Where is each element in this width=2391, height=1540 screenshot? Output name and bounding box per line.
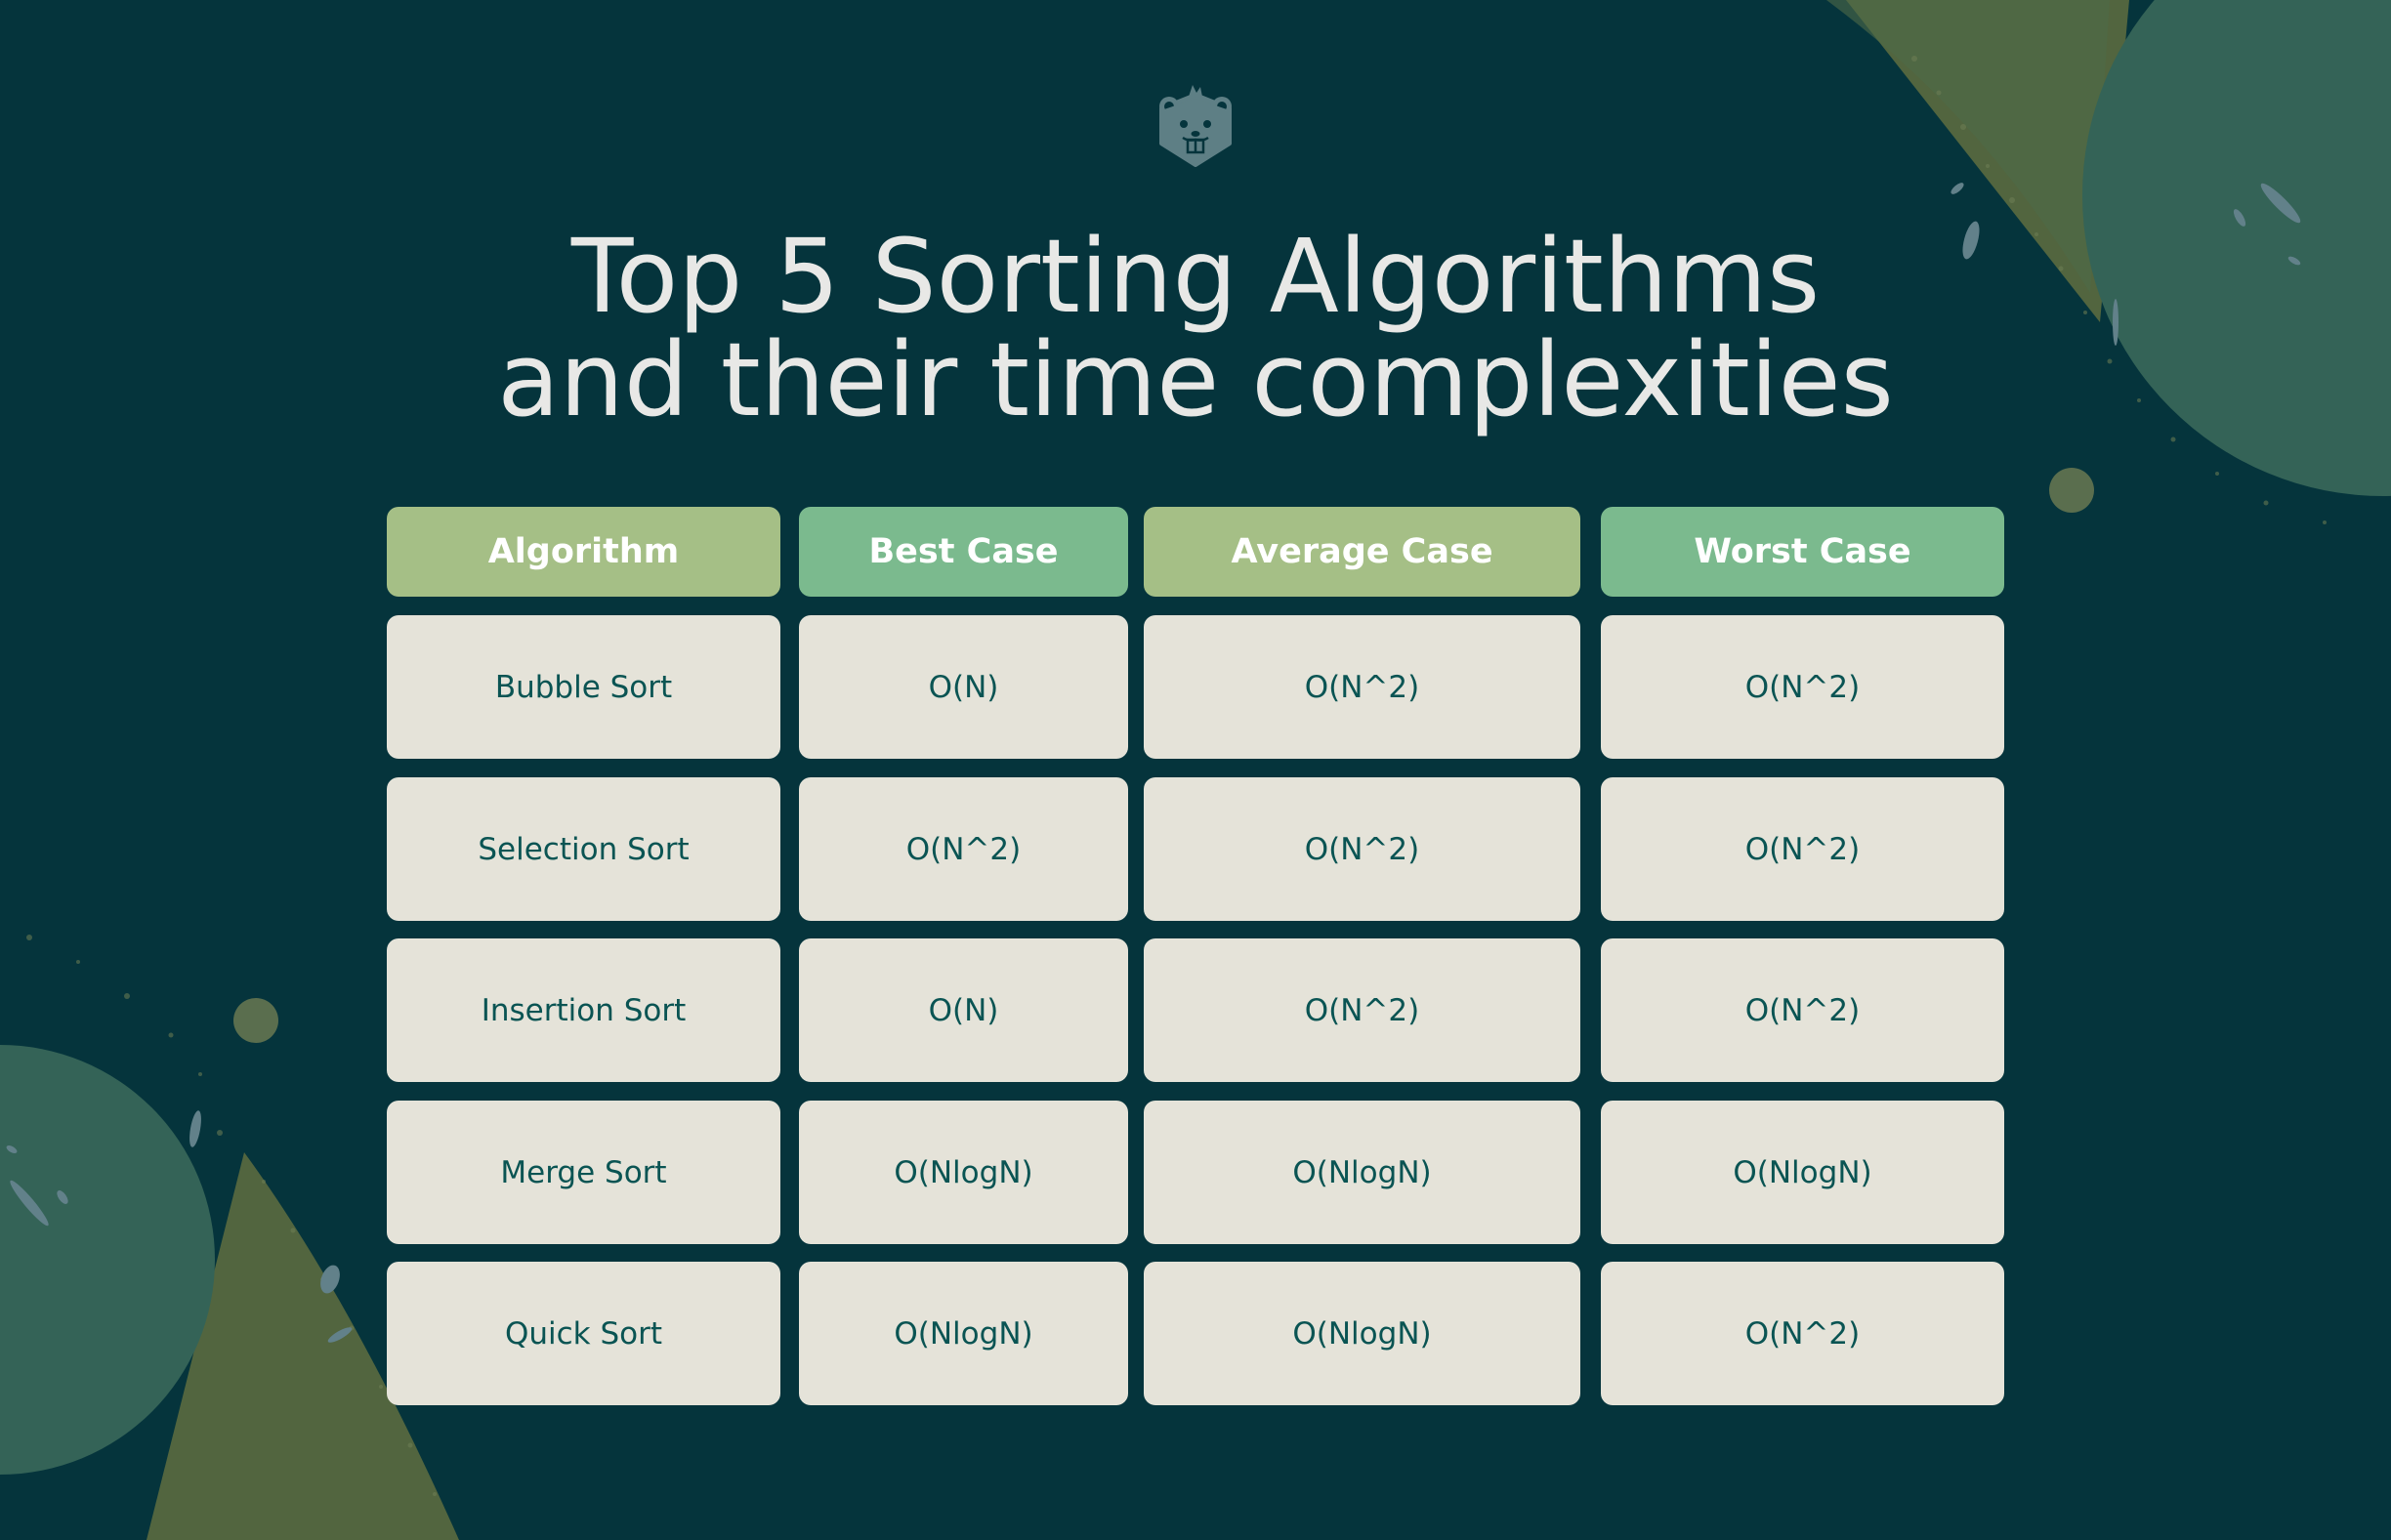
- best-case-cell: O(NlogN): [799, 1262, 1128, 1405]
- worst-case-cell: O(N^2): [1601, 938, 2004, 1082]
- average-case-cell: O(N^2): [1144, 938, 1580, 1082]
- top-right-moon: [2049, 468, 2094, 513]
- algorithm-cell: Merge Sort: [387, 1101, 780, 1244]
- average-case-cell: O(N^2): [1144, 615, 1580, 759]
- best-case-cell: O(N): [799, 938, 1128, 1082]
- algorithm-cell: Quick Sort: [387, 1262, 780, 1405]
- header-best-case: Best Case: [799, 507, 1128, 597]
- worst-case-cell: O(N^2): [1601, 615, 2004, 759]
- best-case-cell: O(N): [799, 615, 1128, 759]
- title-line-1: Top 5 Sorting Algorithms: [570, 217, 1821, 336]
- worst-case-cell: O(N^2): [1601, 777, 2004, 921]
- algorithm-cell: Selection Sort: [387, 777, 780, 921]
- best-case-cell: O(N^2): [799, 777, 1128, 921]
- bottom-left-moon: [233, 998, 278, 1043]
- worst-case-cell: O(NlogN): [1601, 1101, 2004, 1244]
- worst-case-cell: O(N^2): [1601, 1262, 2004, 1405]
- best-case-cell: O(NlogN): [799, 1101, 1128, 1244]
- algorithm-cell: Bubble Sort: [387, 615, 780, 759]
- bottom-left-planet: [0, 1045, 215, 1475]
- header-worst-case: Worst Case: [1601, 507, 2004, 597]
- title-line-2: and their time complexities: [497, 320, 1894, 439]
- algorithm-cell: Insertion Sort: [387, 938, 780, 1082]
- page-title: Top 5 Sorting Algorithms and their time …: [0, 225, 2391, 432]
- beaver-mascot-icon: [1159, 85, 1232, 167]
- header-algorithm: Algorithm: [387, 507, 780, 597]
- header-average-case: Average Case: [1144, 507, 1580, 597]
- average-case-cell: O(N^2): [1144, 777, 1580, 921]
- average-case-cell: O(NlogN): [1144, 1101, 1580, 1244]
- average-case-cell: O(NlogN): [1144, 1262, 1580, 1405]
